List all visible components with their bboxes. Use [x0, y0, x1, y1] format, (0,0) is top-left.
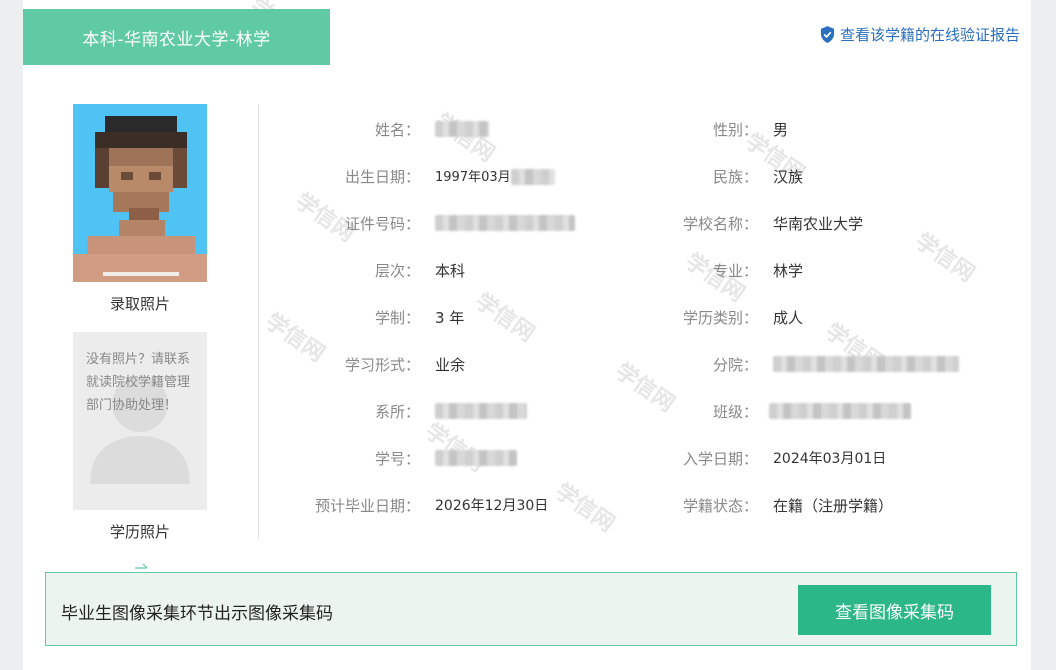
field-value-id-number — [435, 213, 575, 231]
admission-photo-caption: 录取照片 — [109, 295, 170, 313]
watermark: 学信网 — [470, 288, 539, 348]
field-value-enrollment-status: 在籍（注册学籍） — [773, 497, 894, 515]
watermark: 学信网 — [420, 418, 489, 478]
field-value-level: 本科 — [435, 262, 466, 280]
field-value-student-id — [435, 448, 517, 466]
education-photo-placeholder: 没有照片？请联系就读院校学籍管理部门协助处理！ — [73, 332, 207, 510]
field-value-class — [769, 401, 911, 419]
field-label-level: 层次： — [374, 262, 420, 280]
student-record-card: 学信网 学信网 学信网 学信网 学信网 学信网 学信网 学信网 学信网 学信网 … — [23, 0, 1031, 670]
education-photo-caption: 学历照片 — [109, 523, 170, 541]
field-label-name: 姓名： — [374, 121, 420, 139]
field-value-major: 林学 — [773, 262, 804, 280]
field-value-ethnicity: 汉族 — [773, 168, 804, 186]
field-label-branch: 分院： — [712, 356, 758, 374]
field-label-enrollment-status: 学籍状态： — [682, 497, 758, 515]
redacted-block — [769, 402, 911, 419]
shield-check-icon — [820, 26, 835, 43]
redacted-block — [435, 120, 489, 137]
view-image-code-button[interactable]: 查看图像采集码 — [798, 585, 991, 635]
field-value-duration: 3 年 — [435, 309, 465, 327]
field-value-branch — [773, 354, 959, 372]
field-label-gender: 性别： — [712, 121, 758, 139]
watermark: 学信网 — [910, 228, 979, 288]
field-label-enrollment-date: 入学日期： — [682, 450, 758, 468]
arrow-marker-icon — [135, 563, 148, 569]
record-title-tab: 本科-华南农业大学-林学 — [23, 9, 330, 65]
banner-message: 毕业生图像采集环节出示图像采集码 — [61, 604, 333, 624]
field-label-study-mode: 学习形式： — [344, 356, 420, 374]
no-photo-message: 没有照片？请联系就读院校学籍管理部门协助处理！ — [86, 352, 191, 413]
field-label-class: 班级： — [712, 403, 758, 421]
field-value-expected-graduation: 2026年12月30日 — [435, 498, 549, 514]
field-label-department: 系所： — [374, 403, 420, 421]
field-value-name — [435, 119, 489, 137]
redacted-block — [435, 214, 575, 231]
field-label-ethnicity: 民族： — [712, 168, 758, 186]
field-label-id-number: 证件号码： — [344, 215, 420, 233]
field-label-duration: 学制： — [374, 309, 420, 327]
field-value-education-type: 成人 — [773, 309, 804, 327]
admission-photo — [73, 104, 207, 282]
verify-report-label: 查看该学籍的在线验证报告 — [839, 26, 1020, 44]
field-value-enrollment-date: 2024年03月01日 — [773, 451, 887, 467]
field-value-department — [435, 401, 527, 419]
field-label-education-type: 学历类别： — [682, 309, 758, 327]
field-value-birthdate: 1997年03月 — [435, 166, 555, 185]
field-value-gender: 男 — [773, 121, 789, 139]
redacted-block — [510, 168, 555, 185]
field-value-school-name: 华南农业大学 — [773, 215, 864, 233]
pixelated-portrait-image — [73, 104, 207, 282]
field-label-expected-graduation: 预计毕业日期： — [314, 497, 420, 515]
redacted-block — [773, 355, 959, 372]
redacted-block — [435, 402, 527, 419]
verify-report-link[interactable]: 查看该学籍的在线验证报告 — [820, 24, 1020, 45]
redacted-block — [435, 449, 517, 466]
field-label-major: 专业： — [712, 262, 758, 280]
vertical-divider — [258, 104, 259, 539]
field-value-study-mode: 业余 — [435, 356, 466, 374]
field-label-school-name: 学校名称： — [682, 215, 758, 233]
image-code-banner: 毕业生图像采集环节出示图像采集码 查看图像采集码 — [45, 572, 1017, 646]
field-label-student-id: 学号： — [374, 450, 420, 468]
birthdate-visible-part: 1997年03月 — [435, 170, 511, 185]
field-label-birthdate: 出生日期： — [344, 168, 420, 186]
